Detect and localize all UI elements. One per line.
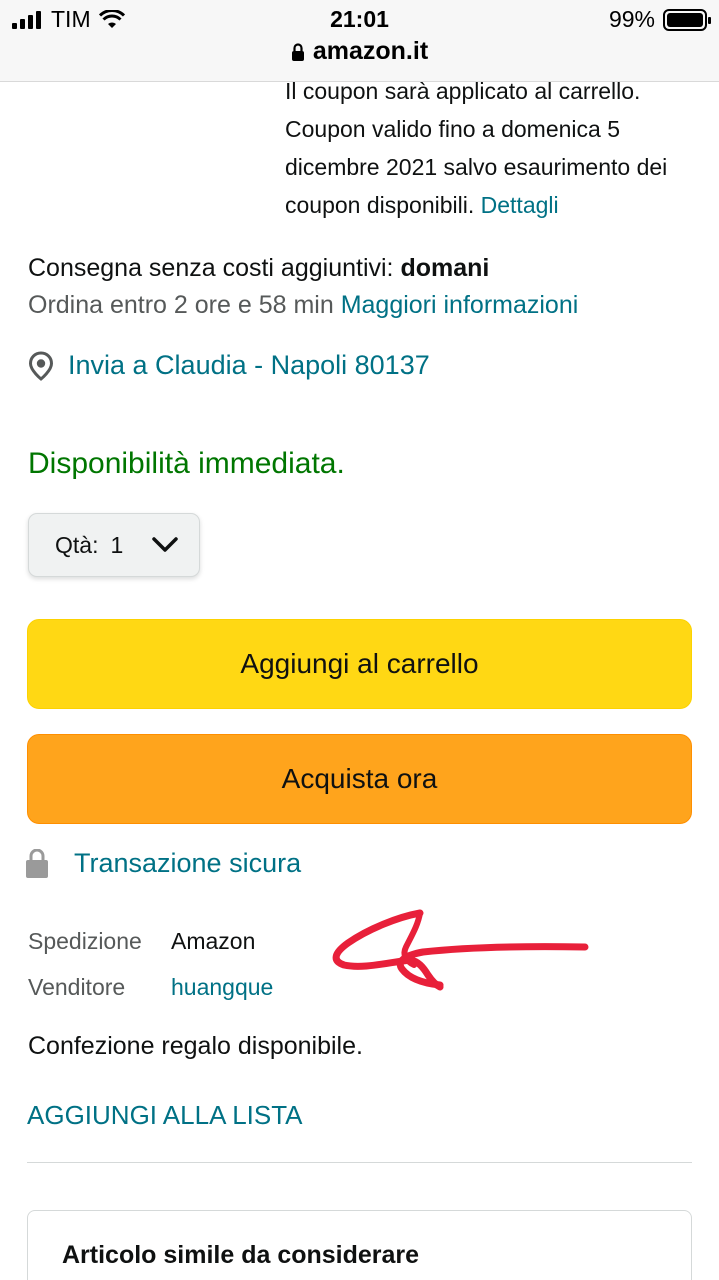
similar-item-card[interactable]: Articolo simile da considerare [27,1210,692,1280]
battery-icon [663,8,711,31]
add-to-list-link[interactable]: AGGIUNGI ALLA LISTA [27,1100,303,1131]
browser-top-bar: TIM 21:01 99% amazon.it [0,0,719,82]
delivery-info: Consegna senza costi aggiuntivi: domani … [28,250,578,324]
shipping-row: Spedizione Amazon [28,918,273,964]
url-domain: amazon.it [312,37,429,65]
coupon-text: Il coupon sarà applicato al carrello. Co… [285,78,668,218]
add-to-cart-button[interactable]: Aggiungi al carrello [27,619,692,709]
lock-icon [26,848,48,878]
divider [27,1162,692,1163]
secure-transaction-link[interactable]: Transazione sicura [26,848,301,879]
delivery-label: Consegna senza costi aggiuntivi: [28,254,394,282]
battery-fill [667,12,703,27]
shipping-label: Spedizione [28,928,142,954]
quantity-dropdown[interactable]: Qtà: 1 [28,513,200,577]
coupon-info: Il coupon sarà applicato al carrello. Co… [285,72,705,224]
annotation-arrow-icon [332,909,589,991]
similar-item-title: Articolo simile da considerare [62,1241,420,1269]
location-pin-icon [28,350,54,381]
buy-now-button[interactable]: Acquista ora [27,734,692,824]
status-right: 99% [608,6,711,33]
quantity-value: 1 [110,531,124,558]
order-within: Ordina entro 2 ore e 58 min [28,291,334,319]
secure-text: Transazione sicura [74,848,302,878]
availability-status: Disponibilità immediata. [28,447,345,480]
address-text: Invia a Claudia - Napoli 80137 [68,350,430,380]
coupon-details-link[interactable]: Dettagli [481,192,559,218]
shipping-value: Amazon [171,928,256,954]
battery-percent: 99% [608,6,655,32]
lock-icon [291,42,304,61]
seller-label: Venditore [28,974,126,1000]
seller-info: Spedizione Amazon Venditore huangque [28,918,273,1010]
delivery-address-link[interactable]: Invia a Claudia - Napoli 80137 [26,350,430,381]
seller-row: Venditore huangque [28,964,273,1010]
quantity-label: Qtà: [55,531,99,558]
delivery-day: domani [400,254,490,282]
chevron-down-icon [152,537,178,552]
gift-wrap-info: Confezione regalo disponibile. [28,1032,363,1060]
url-bar[interactable]: amazon.it [0,37,719,66]
seller-link[interactable]: huangque [171,964,273,1010]
more-info-link[interactable]: Maggiori informazioni [341,291,579,319]
